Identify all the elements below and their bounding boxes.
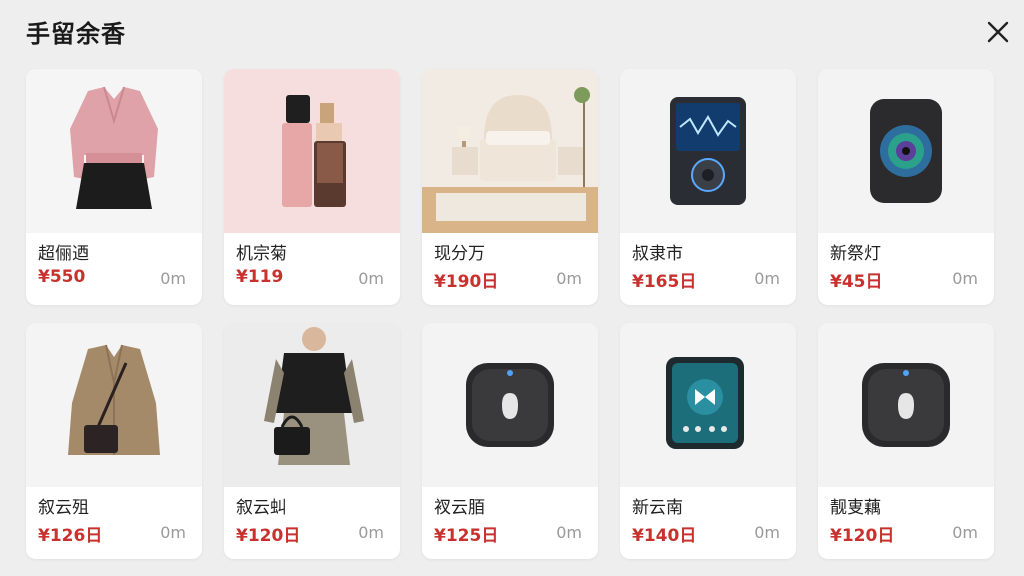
media-player-image xyxy=(620,323,796,487)
model-black-cardigan-image xyxy=(224,323,400,487)
product-name: 机宗菊 xyxy=(236,244,287,264)
cosmetic-bottles-image xyxy=(224,69,400,233)
product-price: ¥120日 xyxy=(236,526,301,546)
product-price: ¥125日 xyxy=(434,526,499,546)
product-card[interactable]: 叙云殂 ¥126日 0m xyxy=(26,323,202,559)
product-distance: 0m xyxy=(952,269,978,288)
product-name: 新祭灯 xyxy=(830,244,881,264)
watch-device-image xyxy=(422,323,598,487)
close-icon[interactable] xyxy=(984,18,1012,46)
pink-cardigan-outfit-image xyxy=(26,69,202,233)
product-card[interactable]: 新祭灯 ¥45日 0m xyxy=(818,69,994,305)
product-price: ¥165日 xyxy=(632,272,697,292)
product-distance: 0m xyxy=(754,269,780,288)
product-name: 现分万 xyxy=(434,244,485,264)
product-price: ¥45日 xyxy=(830,272,883,292)
trench-coat-bag-image xyxy=(26,323,202,487)
product-distance: 0m xyxy=(952,523,978,542)
product-name: 靓叓藕 xyxy=(830,498,881,518)
product-name: 叙云殂 xyxy=(38,498,89,518)
camera-device-image xyxy=(818,69,994,233)
product-distance: 0m xyxy=(556,269,582,288)
product-price: ¥120日 xyxy=(830,526,895,546)
product-name: 叙云虯 xyxy=(236,498,287,518)
product-card[interactable]: 现分万 ¥190日 0m xyxy=(422,69,598,305)
watch-device-image xyxy=(818,323,994,487)
product-distance: 0m xyxy=(358,523,384,542)
product-card[interactable]: 叙云虯 ¥120日 0m xyxy=(224,323,400,559)
product-card[interactable]: 新云南 ¥140日 0m xyxy=(620,323,796,559)
product-price: ¥550 xyxy=(38,267,86,287)
product-card[interactable]: 叔隶市 ¥165日 0m xyxy=(620,69,796,305)
product-card[interactable]: 衩云脜 ¥125日 0m xyxy=(422,323,598,559)
product-card[interactable]: 超俪迺 ¥550 0m xyxy=(26,69,202,305)
product-price: ¥190日 xyxy=(434,272,499,292)
favorites-panel: 手留余香 超俪迺 ¥550 0m 机宗菊 ¥119 0m 现分万 ¥190日 0… xyxy=(0,0,1024,576)
product-name: 衩云脜 xyxy=(434,498,485,518)
product-name: 新云南 xyxy=(632,498,683,518)
product-grid: 超俪迺 ¥550 0m 机宗菊 ¥119 0m 现分万 ¥190日 0m 叔隶市… xyxy=(26,69,994,559)
product-price: ¥140日 xyxy=(632,526,697,546)
product-name: 超俪迺 xyxy=(38,244,89,264)
product-price: ¥126日 xyxy=(38,526,103,546)
product-distance: 0m xyxy=(160,523,186,542)
product-distance: 0m xyxy=(754,523,780,542)
panel-title: 手留余香 xyxy=(26,20,126,48)
product-name: 叔隶市 xyxy=(632,244,683,264)
product-distance: 0m xyxy=(358,269,384,288)
bedroom-set-image xyxy=(422,69,598,233)
music-player-image xyxy=(620,69,796,233)
product-distance: 0m xyxy=(160,269,186,288)
product-card[interactable]: 靓叓藕 ¥120日 0m xyxy=(818,323,994,559)
product-card[interactable]: 机宗菊 ¥119 0m xyxy=(224,69,400,305)
product-price: ¥119 xyxy=(236,267,284,287)
product-distance: 0m xyxy=(556,523,582,542)
